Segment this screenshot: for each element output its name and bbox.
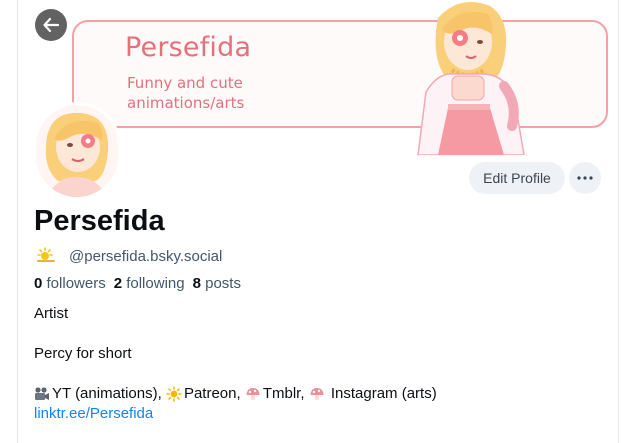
posts-count: 8 [192,275,201,292]
linktree-link[interactable]: linktr.ee/Persefida [34,405,153,422]
followers-count: 0 [34,275,43,292]
arrow-left-icon [43,17,60,33]
avatar[interactable] [33,102,121,200]
bio: Artist Percy for short YT (animations), … [34,304,437,424]
avatar-illustration [36,105,118,197]
ellipsis-icon [577,176,593,180]
handle-row: @persefida.bsky.social [36,246,222,266]
banner-character-illustration [417,2,525,155]
sun-cloud-icon [37,247,55,262]
bio-link-instagram: Instagram (arts) [330,385,437,402]
back-button[interactable] [35,9,67,41]
bio-line-artist: Artist [34,305,69,322]
handle[interactable]: @persefida.bsky.social [69,248,222,265]
banner-tagline-line2: animations/arts [127,94,245,112]
bio-links-line: YT (animations), Patreon, Tmblr, Instagr… [34,384,437,404]
following-count: 2 [113,275,123,292]
right-border [618,0,619,443]
banner-tagline: Funny and cute animations/arts [127,73,244,113]
following-stat[interactable]: 2 following [114,275,185,292]
more-options-button[interactable] [569,162,601,194]
following-label: following [126,275,185,292]
mushroom-icon [246,388,260,400]
followers-label: followers [46,275,106,292]
posts-label: posts [205,275,241,292]
bio-link-patreon: Patreon, [183,385,241,402]
profile-stats: 0 followers 2 following 8 posts [34,275,249,292]
sun-icon [166,386,182,402]
followers-stat[interactable]: 0 followers [34,275,106,292]
bio-link-tmblr: Tmblr, [262,385,305,402]
mushroom-icon [310,388,324,400]
banner-tagline-line1: Funny and cute [127,74,243,92]
posts-stat: 8 posts [193,275,241,292]
banner-title: Persefida [125,32,252,63]
bio-line-nickname: Percy for short [34,345,132,362]
bio-link-yt: YT (animations), [52,385,162,402]
display-name: Persefida [34,205,165,237]
movie-camera-icon [35,387,49,400]
edit-profile-button[interactable]: Edit Profile [469,162,565,194]
